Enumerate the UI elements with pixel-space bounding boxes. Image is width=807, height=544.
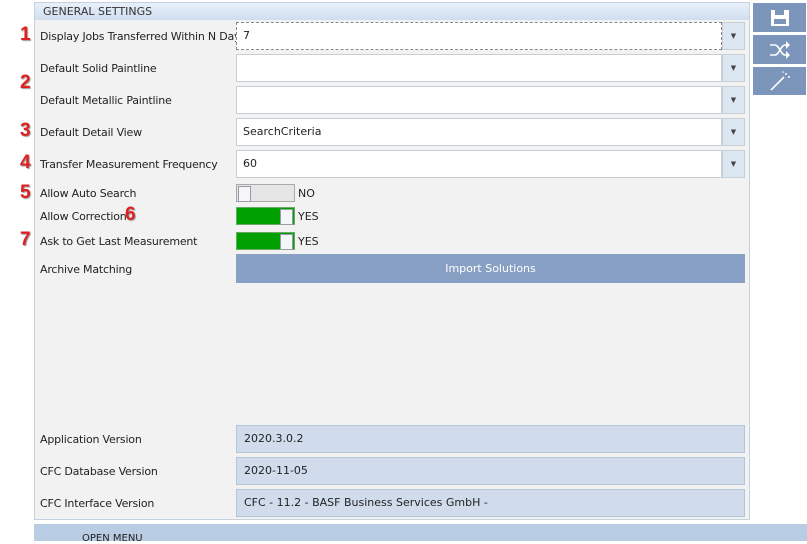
field-label-solid-paintline: Default Solid Paintline — [40, 62, 157, 75]
field-label-detail-view: Default Detail View — [40, 126, 142, 139]
detail-view-combo[interactable]: SearchCriteria — [236, 118, 722, 146]
section-header: GENERAL SETTINGS — [35, 3, 749, 20]
annotation-1: 1 — [20, 24, 31, 45]
chevron-down-icon[interactable]: ▼ — [722, 54, 745, 82]
app-version-label: Application Version — [40, 433, 142, 446]
metallic-paintline-combo[interactable] — [236, 86, 722, 114]
field-label-measurement-frequency: Transfer Measurement Frequency — [40, 158, 218, 171]
chevron-down-icon[interactable]: ▼ — [722, 118, 745, 146]
save-button[interactable] — [753, 3, 806, 32]
allow-correction-state: YES — [298, 210, 319, 223]
interface-version-label: CFC Interface Version — [40, 497, 155, 510]
shuffle-icon — [769, 40, 790, 59]
annotation-3: 3 — [20, 120, 31, 141]
save-icon — [770, 9, 789, 26]
open-menu-bar[interactable]: OPEN MENU — [34, 524, 807, 544]
magic-wand-icon — [769, 71, 790, 91]
chevron-down-icon[interactable]: ▼ — [722, 150, 745, 178]
app-version-value: 2020.3.0.2 — [236, 425, 745, 453]
annotation-7: 7 — [20, 229, 31, 250]
last-measurement-state: YES — [298, 235, 319, 248]
field-label-jobs-days: Display Jobs Transferred Within N Days — [40, 30, 246, 43]
toggle-label-last-measurement: Ask to Get Last Measurement — [40, 235, 198, 248]
solid-paintline-combo[interactable] — [236, 54, 722, 82]
last-measurement-toggle[interactable] — [236, 232, 295, 250]
measurement-frequency-combo[interactable]: 60 — [236, 150, 722, 178]
auto-search-state: NO — [298, 187, 315, 200]
toggle-label-auto-search: Allow Auto Search — [40, 187, 137, 200]
auto-search-toggle[interactable] — [236, 184, 295, 202]
annotation-6: 6 — [125, 204, 136, 225]
allow-correction-toggle[interactable] — [236, 207, 295, 225]
import-solutions-button[interactable]: Import Solutions — [236, 254, 745, 283]
open-menu-label[interactable]: OPEN MENU — [82, 533, 143, 544]
chevron-down-icon[interactable]: ▼ — [722, 22, 745, 50]
interface-version-value: CFC - 11.2 - BASF Business Services GmbH… — [236, 489, 745, 517]
toggle-label-allow-correction: Allow Correction — [40, 210, 127, 223]
magic-wand-button[interactable] — [753, 67, 806, 95]
shuffle-button[interactable] — [753, 35, 806, 64]
db-version-value: 2020-11-05 — [236, 457, 745, 485]
annotation-5: 5 — [20, 182, 31, 203]
db-version-label: CFC Database Version — [40, 465, 158, 478]
annotation-2: 2 — [20, 72, 31, 93]
annotation-4: 4 — [20, 152, 31, 173]
chevron-down-icon[interactable]: ▼ — [722, 86, 745, 114]
jobs-days-combo[interactable]: 7 — [236, 22, 722, 50]
field-label-metallic-paintline: Default Metallic Paintline — [40, 94, 172, 107]
archive-matching-label: Archive Matching — [40, 263, 133, 276]
